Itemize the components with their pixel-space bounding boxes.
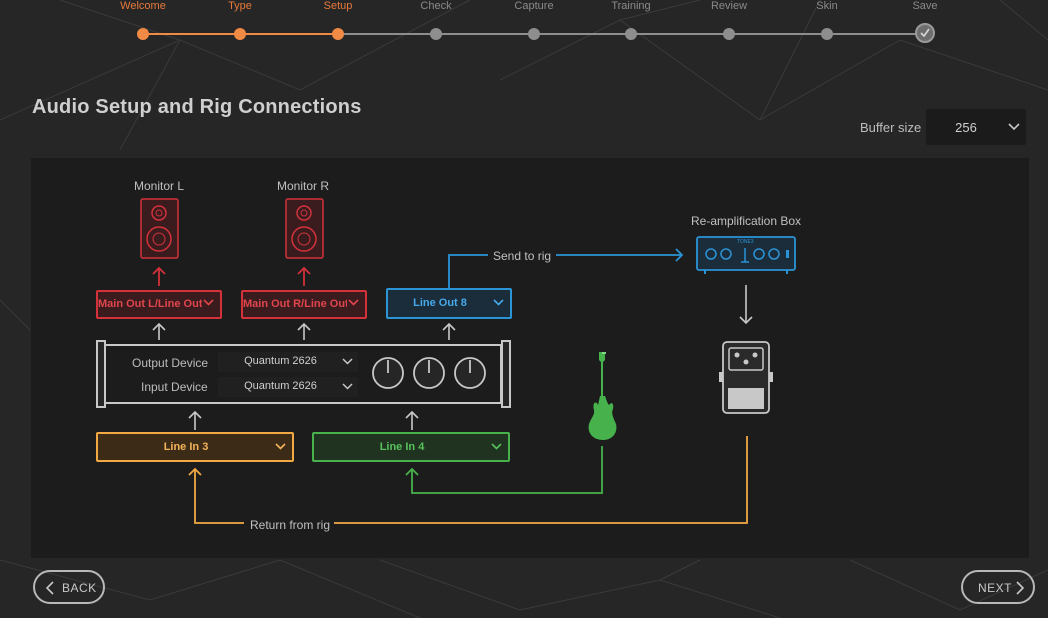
electric-guitar-icon bbox=[588, 352, 617, 440]
send-output-value: Line Out 8 bbox=[413, 297, 467, 309]
main-out-right-value: Main Out R/Line Out 2 bbox=[243, 298, 347, 310]
output-device-label: Output Device bbox=[132, 356, 209, 370]
guitar-input-select[interactable]: Line In 4 bbox=[312, 432, 510, 462]
speaker-left-icon bbox=[140, 198, 179, 259]
monitor-left-label: Monitor L bbox=[134, 179, 185, 193]
rack-ear-left bbox=[96, 340, 106, 408]
monitor-right-label: Monitor R bbox=[277, 179, 330, 193]
reamp-box-label: Re-amplification Box bbox=[691, 214, 802, 228]
chevron-right-icon bbox=[1016, 581, 1025, 595]
next-button[interactable]: NEXT bbox=[961, 570, 1035, 604]
main-out-left-select[interactable]: Main Out L/Line Out 1 bbox=[96, 290, 222, 319]
reamp-brand: TONE3 bbox=[737, 239, 754, 245]
main-out-left-value: Main Out L/Line Out 1 bbox=[98, 298, 202, 310]
main-out-right-select[interactable]: Main Out R/Line Out 2 bbox=[241, 290, 367, 319]
return-input-value: Line In 3 bbox=[163, 441, 209, 453]
output-device-value: Quantum 2626 bbox=[244, 355, 317, 367]
chevron-down-icon bbox=[348, 299, 359, 306]
input-device-value: Quantum 2626 bbox=[244, 380, 317, 392]
chevron-left-icon bbox=[46, 581, 54, 595]
output-device-select[interactable]: Quantum 2626 bbox=[218, 352, 358, 372]
speaker-right-icon bbox=[285, 198, 324, 259]
next-button-label: NEXT bbox=[978, 581, 1013, 595]
send-output-select[interactable]: Line Out 8 bbox=[386, 288, 512, 319]
return-from-rig-label: Return from rig bbox=[250, 518, 331, 532]
guitar-amp-pedal-icon bbox=[719, 341, 773, 414]
chevron-down-icon bbox=[275, 443, 286, 450]
send-to-rig-label: Send to rig bbox=[493, 249, 552, 263]
back-button-label: BACK bbox=[62, 581, 97, 595]
input-device-select[interactable]: Quantum 2626 bbox=[218, 377, 358, 397]
chevron-down-icon bbox=[342, 383, 353, 390]
input-device-label: Input Device bbox=[141, 380, 208, 394]
rack-ear-right bbox=[501, 340, 511, 408]
back-button[interactable]: BACK bbox=[33, 570, 105, 604]
chevron-down-icon bbox=[203, 299, 214, 306]
chevron-down-icon bbox=[491, 443, 502, 450]
chevron-down-icon bbox=[493, 299, 504, 306]
chevron-down-icon bbox=[342, 358, 353, 365]
audio-interface: Output Device Quantum 2626 Input Device … bbox=[96, 340, 511, 408]
return-input-select[interactable]: Line In 3 bbox=[96, 432, 294, 462]
guitar-input-value: Line In 4 bbox=[379, 441, 425, 453]
